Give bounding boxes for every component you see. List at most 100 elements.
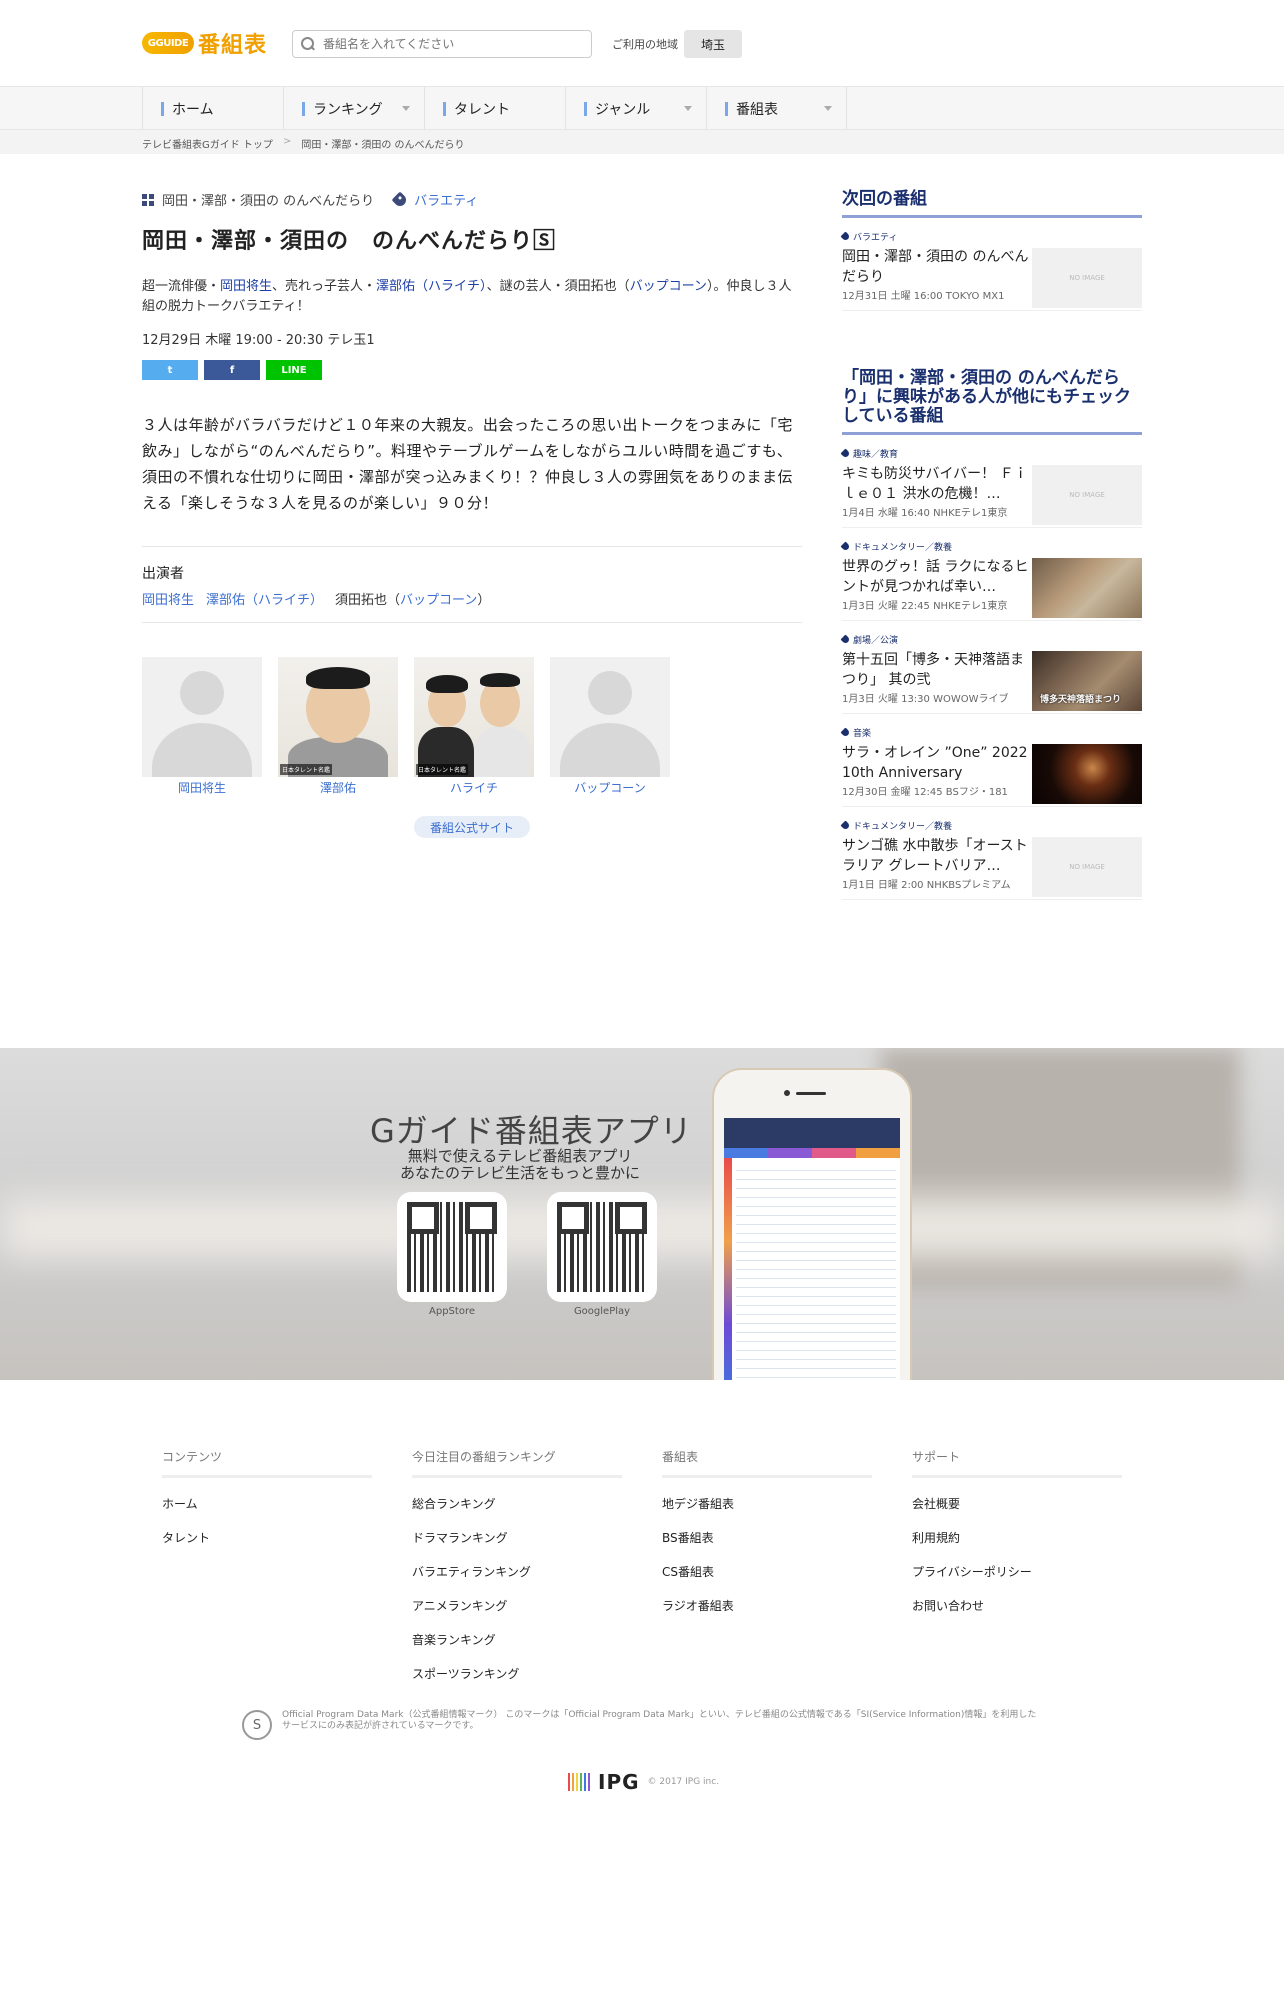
series-grid-icon (142, 193, 154, 206)
appstore-label: AppStore (429, 1306, 475, 1317)
footer-link[interactable]: タレント (162, 1529, 372, 1546)
tag-icon (840, 727, 851, 738)
footer-link[interactable]: お問い合わせ (912, 1597, 1122, 1614)
appstore-qr-code[interactable] (397, 1192, 507, 1302)
thumbnail[interactable]: NO IMAGE (1032, 465, 1142, 525)
twitter-share-button[interactable]: t (142, 360, 198, 380)
next-program-heading: 次回の番組 (842, 190, 1142, 218)
search-icon[interactable] (301, 37, 315, 51)
thumbnail[interactable] (1032, 558, 1142, 618)
nav-item-ranking[interactable]: ランキング (283, 87, 424, 131)
genre-label: 劇場／公演 (840, 633, 1032, 646)
related-program-item[interactable]: ドキュメンタリー／教養 世界のグゥ！話 ラクになるヒントが見つかれば幸い… 1月… (840, 528, 1142, 621)
footer-link[interactable]: 音楽ランキング (412, 1631, 622, 1648)
footer-column-support: サポート 会社概要 利用規約 プライバシーポリシー お問い合わせ (912, 1448, 1122, 1682)
program-title[interactable]: 岡田・澤部・須田の のんべんだらり (842, 247, 1032, 287)
program-time: 12月31日 土曜 16:00 TOKYO MX1 (842, 291, 1005, 302)
nav-bar-icon (302, 102, 305, 116)
cast-name[interactable]: ハライチ (414, 779, 534, 796)
footer-link[interactable]: ドラマランキング (412, 1529, 622, 1546)
official-site-button[interactable]: 番組公式サイト (414, 816, 530, 838)
footer-link[interactable]: BS番組表 (662, 1529, 872, 1546)
official-data-mark-icon: S (242, 1710, 272, 1740)
nav-item-home[interactable]: ホーム (142, 87, 283, 131)
phone-mockup (712, 1068, 912, 1380)
cast-card[interactable]: 日本タレント名鑑 澤部佑 (278, 657, 398, 796)
googleplay-qr-code[interactable] (547, 1192, 657, 1302)
footer-link[interactable]: CS番組表 (662, 1563, 872, 1580)
search-box[interactable] (292, 30, 592, 58)
gguide-logo[interactable]: GGUIDE 番組表 (142, 30, 267, 58)
thumbnail[interactable]: NO IMAGE (1032, 837, 1142, 897)
cast-card[interactable]: 日本タレント名鑑 ハライチ (414, 657, 534, 796)
nav-label: 番組表 (736, 102, 778, 118)
genre-label: 趣味／教育 (840, 447, 1032, 460)
nav-item-talent[interactable]: タレント (424, 87, 565, 131)
nav-item-genre[interactable]: ジャンル (565, 87, 706, 131)
footer-link[interactable]: ホーム (162, 1495, 372, 1512)
genre-text: 劇場／公演 (853, 636, 899, 646)
app-subtitle-line: 無料で使えるテレビ番組表アプリ (407, 1147, 633, 1165)
related-program-item[interactable]: ドキュメンタリー／教養 サンゴ礁 水中散歩「オーストラリア グレートバリア… 1… (840, 807, 1142, 900)
cast-links: 岡田将生 澤部佑（ハライチ） 須田拓也（バップコーン） (142, 589, 802, 608)
genre-link[interactable]: バラエティ (414, 190, 478, 209)
thumbnail[interactable]: NO IMAGE (1032, 248, 1142, 308)
cast-card[interactable]: 岡田将生 (142, 657, 262, 796)
program-title[interactable]: キミも防災サバイバー！ Ｆｉｌｅ０１ 洪水の危機！… (842, 464, 1032, 504)
footer-link[interactable]: ラジオ番組表 (662, 1597, 872, 1614)
program-title[interactable]: 世界のグゥ！話 ラクになるヒントが見つかれば幸い… (842, 557, 1032, 597)
related-program-item[interactable]: 音楽 サラ・オレイン ”One” 2022 10th Anniversary 1… (840, 714, 1142, 807)
program-time: 1月3日 火曜 13:30 WOWOWライブ (842, 694, 1009, 705)
footer-link[interactable]: プライバシーポリシー (912, 1563, 1122, 1580)
summary-link-bapcorn[interactable]: バップコーン (630, 279, 707, 294)
summary-link-okada[interactable]: 岡田将生 (220, 279, 272, 294)
related-program-item[interactable]: 劇場／公演 第十五回「博多・天神落語まつり」 其の弐 1月3日 火曜 13:30… (840, 621, 1142, 714)
camera-icon (784, 1090, 790, 1096)
cast-name[interactable]: バップコーン (550, 779, 670, 796)
region-button[interactable]: 埼玉 (684, 30, 742, 58)
program-title[interactable]: サラ・オレイン ”One” 2022 10th Anniversary (842, 743, 1032, 783)
search-input[interactable] (323, 37, 573, 51)
summary-link-sawabe[interactable]: 澤部佑（ハライチ） (376, 279, 487, 294)
region-label: ご利用の地域 (612, 38, 678, 51)
cast-card[interactable]: バップコーン (550, 657, 670, 796)
line-share-button[interactable]: LINE (266, 360, 322, 380)
cast-link-bapcorn[interactable]: バップコーン (400, 593, 477, 608)
cast-text: ） (477, 593, 491, 608)
footer-link[interactable]: アニメランキング (412, 1597, 622, 1614)
footer-column-ranking: 今日注目の番組ランキング 総合ランキング ドラマランキング バラエティランキング… (412, 1448, 622, 1682)
facebook-share-button[interactable]: f (204, 360, 260, 380)
logo-mark: GGUIDE (142, 32, 194, 54)
next-program-item[interactable]: バラエティ 岡田・澤部・須田の のんべんだらり 12月31日 土曜 16:00 … (840, 218, 1142, 311)
series-link[interactable]: 岡田・澤部・須田の のんべんだらり (162, 190, 374, 209)
footer-link[interactable]: 会社概要 (912, 1495, 1122, 1512)
cast-link-okada[interactable]: 岡田将生 (142, 589, 194, 608)
qr-code-icon (557, 1202, 647, 1292)
speaker-icon (796, 1092, 826, 1095)
cast-name[interactable]: 岡田将生 (142, 779, 262, 796)
thumbnail[interactable] (1032, 744, 1142, 804)
program-summary: 超一流俳優・岡田将生、売れっ子芸人・澤部佑（ハライチ）、謎の芸人・須田拓也（バッ… (142, 277, 792, 317)
footer-link[interactable]: スポーツランキング (412, 1665, 622, 1682)
screen-time-column (724, 1158, 732, 1380)
program-title[interactable]: 第十五回「博多・天神落語まつり」 其の弐 (842, 650, 1032, 690)
breadcrumb-home-link[interactable]: テレビ番組表Gガイド トップ (142, 136, 273, 151)
tag-icon (840, 231, 851, 242)
nav-label: ランキング (313, 102, 383, 118)
program-meta: 岡田・澤部・須田の のんべんだらり バラエティ (142, 190, 802, 209)
genre-text: 音楽 (853, 729, 872, 739)
footer-heading: コンテンツ (162, 1448, 372, 1478)
footer-link[interactable]: 地デジ番組表 (662, 1495, 872, 1512)
program-title[interactable]: サンゴ礁 水中散歩「オーストラリア グレートバリア… (842, 836, 1032, 876)
summary-text: 、謎の芸人・須田拓也（ (486, 279, 630, 294)
related-program-item[interactable]: 趣味／教育 キミも防災サバイバー！ Ｆｉｌｅ０１ 洪水の危機！… 1月4日 水曜… (840, 435, 1142, 528)
program-time: 1月3日 火曜 22:45 NHKEテレ1東京 (842, 601, 1008, 612)
thumbnail[interactable]: 博多天神落語まつり (1032, 651, 1142, 711)
cast-name[interactable]: 澤部佑 (278, 779, 398, 796)
footer-link[interactable]: 利用規約 (912, 1529, 1122, 1546)
nav-item-schedule[interactable]: 番組表 (706, 87, 847, 131)
cast-link-sawabe[interactable]: 澤部佑（ハライチ） (206, 589, 323, 608)
genre-text: バラエティ (853, 233, 898, 243)
footer-link[interactable]: 総合ランキング (412, 1495, 622, 1512)
footer-link[interactable]: バラエティランキング (412, 1563, 622, 1580)
